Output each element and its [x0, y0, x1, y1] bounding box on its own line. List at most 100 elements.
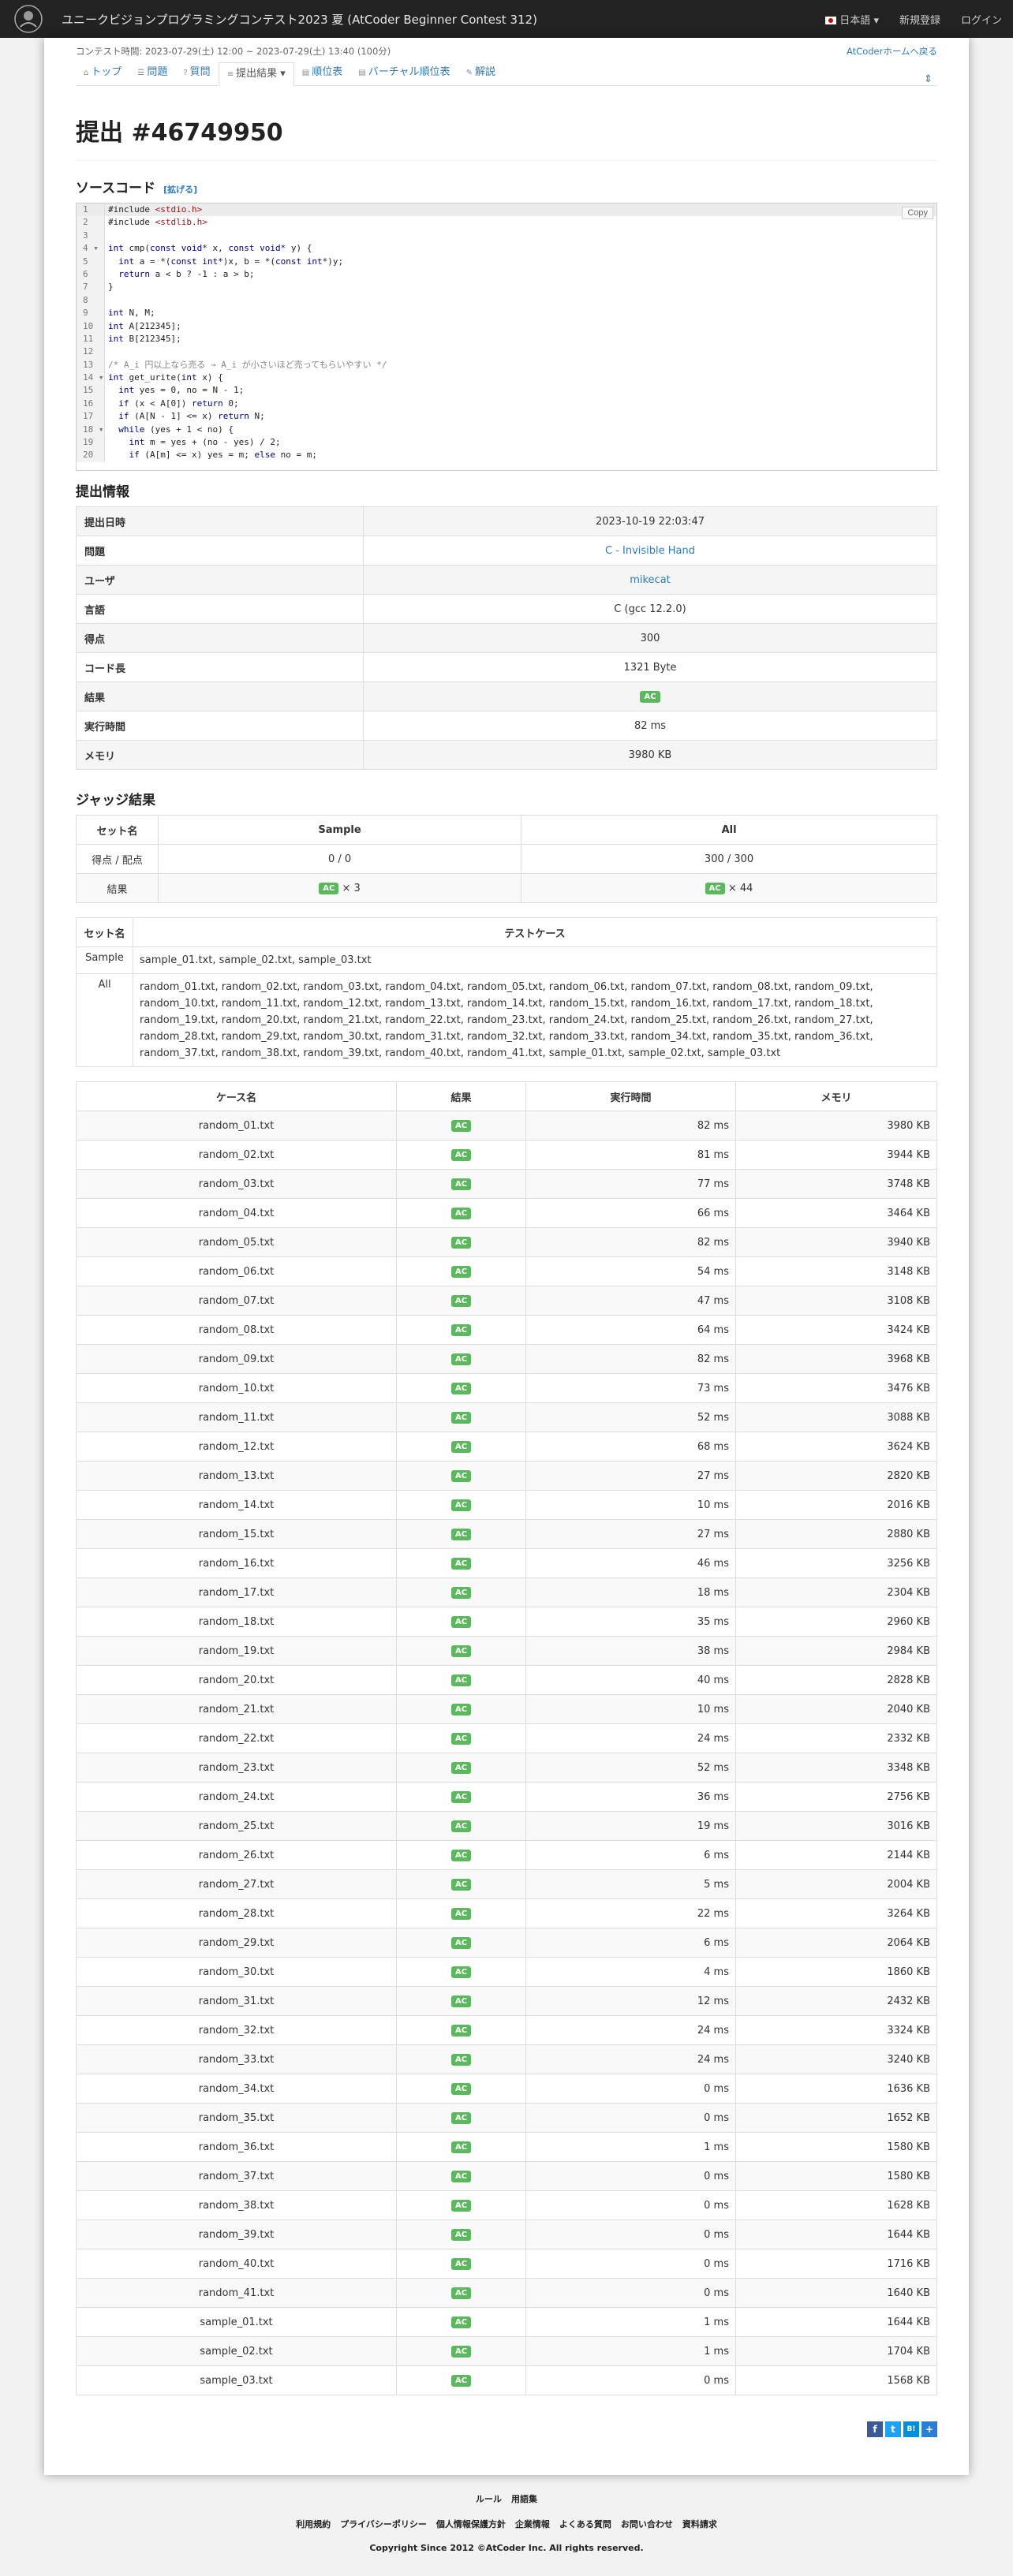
case-result: AC — [396, 1490, 526, 1520]
case-result: AC — [396, 1869, 526, 1899]
ac-badge: AC — [450, 1178, 472, 1190]
table-row: random_37.txt AC 0 ms 1580 KB — [76, 2161, 937, 2191]
case-name: random_14.txt — [76, 1490, 397, 1520]
case-time: 0 ms — [525, 2103, 736, 2133]
tab-tasks[interactable]: ☰ 問題 — [129, 62, 175, 85]
table-row: random_18.txt AC 35 ms 2960 KB — [76, 1607, 937, 1637]
set-cases: random_01.txt, random_02.txt, random_03.… — [133, 973, 937, 1067]
tab-standings[interactable]: ▤ 順位表 — [294, 62, 350, 85]
case-name: random_25.txt — [76, 1811, 397, 1841]
case-result: AC — [396, 2103, 526, 2133]
judge-header-all: All — [521, 815, 937, 845]
ac-badge: AC — [450, 2199, 472, 2212]
case-memory: 1644 KB — [735, 2219, 937, 2249]
case-memory: 1640 KB — [735, 2278, 937, 2308]
signup-link[interactable]: 新規登録 — [899, 12, 940, 27]
source-code-editor[interactable]: 1 #include <stdio.h> 2 #include <stdlib.h> 3… — [76, 203, 937, 471]
case-memory: 3324 KB — [735, 2015, 937, 2045]
atcoder-home-link[interactable]: AtCoderホームへ戻る — [847, 45, 937, 58]
expand-code-link[interactable]: [拡げる] — [163, 185, 197, 195]
copyright: Copyright Since 2012 ©AtCoder Inc. All r… — [0, 2543, 1013, 2553]
copy-button[interactable]: Copy — [902, 207, 933, 219]
case-name: sample_01.txt — [76, 2307, 397, 2337]
collapse-toggle-icon[interactable]: ⇕ — [919, 73, 937, 85]
tab-editorial[interactable]: ✎ 解説 — [458, 62, 503, 85]
footer-link[interactable]: 資料請求 — [682, 2519, 717, 2529]
footer-link[interactable]: 用語集 — [511, 2494, 537, 2504]
tab-home[interactable]: ⌂ トップ — [76, 62, 129, 85]
case-memory: 3968 KB — [735, 1344, 937, 1374]
contest-title-link[interactable]: ユニークビジョンプログラミングコンテスト2023 夏 (AtCoder Begi… — [62, 11, 537, 28]
ac-badge: AC — [450, 1645, 472, 1657]
case-name: random_04.txt — [76, 1198, 397, 1228]
case-memory: 2332 KB — [735, 1723, 937, 1753]
sample-count: × 3 — [342, 882, 361, 894]
judge-status-label: 結果 — [76, 873, 159, 903]
case-memory: 2820 KB — [735, 1461, 937, 1491]
footer-link[interactable]: 企業情報 — [515, 2519, 550, 2529]
case-time: 46 ms — [525, 1548, 736, 1578]
case-time: 0 ms — [525, 2249, 736, 2279]
copyright-company[interactable]: AtCoder Inc. — [486, 2543, 547, 2553]
case-result: AC — [396, 1694, 526, 1724]
table-row: random_03.txt AC 77 ms 3748 KB — [76, 1169, 937, 1199]
judge-status-sample: AC × 3 — [157, 873, 522, 903]
japan-flag-icon — [825, 17, 837, 24]
hatena-bookmark-icon[interactable]: B! — [903, 2421, 919, 2437]
source-code-heading-text: ソースコード — [76, 181, 156, 196]
case-result: AC — [396, 1519, 526, 1549]
case-time: 0 ms — [525, 2074, 736, 2104]
footer-link[interactable]: ルール — [476, 2494, 502, 2504]
case-memory: 1628 KB — [735, 2190, 937, 2220]
code-text: return a < b ? -1 : a > b; — [118, 268, 255, 279]
ac-badge: AC — [450, 1761, 472, 1774]
ac-badge: AC — [450, 1323, 472, 1336]
case-memory: 3464 KB — [735, 1198, 937, 1228]
footer-link[interactable]: お問い合わせ — [621, 2519, 673, 2529]
ac-badge: AC — [450, 2228, 472, 2241]
case-name: random_34.txt — [76, 2074, 397, 2104]
more-share-icon[interactable]: + — [921, 2421, 937, 2437]
footer-link[interactable]: よくある質問 — [559, 2519, 611, 2529]
info-row: 結果 AC — [76, 681, 937, 711]
tab-question[interactable]: ? 質問 — [175, 62, 218, 85]
twitter-share-icon[interactable]: t — [885, 2421, 901, 2437]
case-name: random_28.txt — [76, 1898, 397, 1928]
line-number: 2 — [77, 216, 105, 230]
ac-badge: AC — [450, 1907, 472, 1920]
case-memory: 3940 KB — [735, 1227, 937, 1257]
case-time: 24 ms — [525, 1723, 736, 1753]
atcoder-logo[interactable] — [9, 2, 47, 36]
case-result: AC — [396, 1344, 526, 1374]
ac-badge: AC — [450, 1995, 472, 2007]
footer-link[interactable]: 個人情報保護方針 — [436, 2519, 506, 2529]
code-line: 3 — [77, 229, 936, 243]
facebook-share-icon[interactable]: f — [867, 2421, 883, 2437]
case-result: AC — [396, 1111, 526, 1141]
case-result: AC — [396, 2190, 526, 2220]
footer-link[interactable]: 利用規約 — [296, 2519, 331, 2529]
case-time: 47 ms — [525, 1286, 736, 1316]
info-value-cell: C - Invisible Hand — [363, 536, 937, 566]
tab-virtual-standings[interactable]: ▤ バーチャル順位表 — [350, 62, 458, 85]
info-value-link[interactable]: mikecat — [630, 574, 671, 586]
home-icon: ⌂ — [84, 69, 89, 77]
case-time: 6 ms — [525, 1840, 736, 1870]
code-text: int a = *(const int*)x, b = *(const int*… — [118, 256, 344, 267]
tab-submissions[interactable]: ≡ 提出結果 ▾ — [218, 62, 294, 86]
table-row: random_19.txt AC 38 ms 2984 KB — [76, 1636, 937, 1666]
case-name: random_17.txt — [76, 1577, 397, 1607]
cases-header-memory: メモリ — [735, 1081, 937, 1111]
submission-info-heading: 提出情報 — [76, 484, 129, 500]
language-dropdown[interactable]: 日本語 ▾ — [825, 12, 879, 27]
table-row: random_30.txt AC 4 ms 1860 KB — [76, 1957, 937, 1987]
case-result: AC — [396, 1461, 526, 1491]
login-link[interactable]: ログイン — [961, 12, 1002, 27]
case-time: 24 ms — [525, 2015, 736, 2045]
case-name: random_21.txt — [76, 1694, 397, 1724]
case-name: random_37.txt — [76, 2161, 397, 2191]
footer-link[interactable]: プライバシーポリシー — [340, 2519, 427, 2529]
submission-info-table: 提出日時 2023-10-19 22:03:47 問題 C - Invisible H… — [76, 506, 937, 770]
info-value-link[interactable]: C - Invisible Hand — [605, 545, 695, 557]
